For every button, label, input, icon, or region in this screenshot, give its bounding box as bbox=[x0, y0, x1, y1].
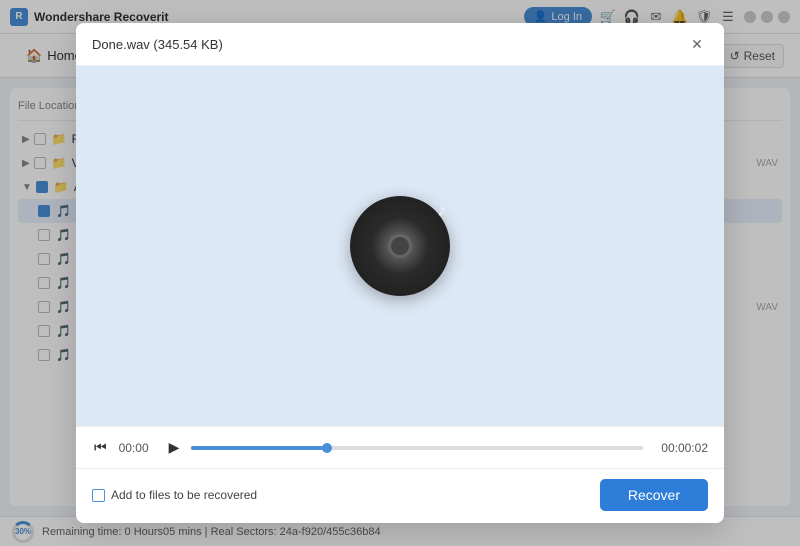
modal-title: Done.wav (345.54 KB) bbox=[92, 37, 223, 52]
modal-close-button[interactable]: ✕ bbox=[686, 33, 708, 55]
modal-overlay: Done.wav (345.54 KB) ✕ ♪ ⏮ 00:00 ▶ 00:00… bbox=[0, 0, 800, 546]
seek-bar[interactable] bbox=[191, 446, 643, 450]
modal-preview-area: ♪ bbox=[76, 66, 724, 426]
modal-footer: Add to files to be recovered Recover bbox=[76, 468, 724, 523]
music-note-icon: ♪ bbox=[437, 200, 446, 221]
time-current: 00:00 bbox=[119, 441, 157, 455]
add-to-files-row: Add to files to be recovered bbox=[92, 488, 257, 502]
audio-controls: ⏮ 00:00 ▶ 00:00:02 bbox=[76, 426, 724, 468]
preview-modal: Done.wav (345.54 KB) ✕ ♪ ⏮ 00:00 ▶ 00:00… bbox=[76, 23, 724, 523]
add-to-files-label: Add to files to be recovered bbox=[111, 488, 257, 502]
rewind-button[interactable]: ⏮ bbox=[92, 437, 109, 458]
recover-button[interactable]: Recover bbox=[600, 479, 708, 511]
seek-fill bbox=[191, 446, 326, 450]
modal-header: Done.wav (345.54 KB) ✕ bbox=[76, 23, 724, 66]
music-disc-icon: ♪ bbox=[350, 196, 450, 296]
seek-thumb bbox=[322, 443, 332, 453]
add-to-files-checkbox[interactable] bbox=[92, 489, 105, 502]
play-button[interactable]: ▶ bbox=[167, 437, 182, 458]
time-end: 00:00:02 bbox=[653, 441, 708, 455]
